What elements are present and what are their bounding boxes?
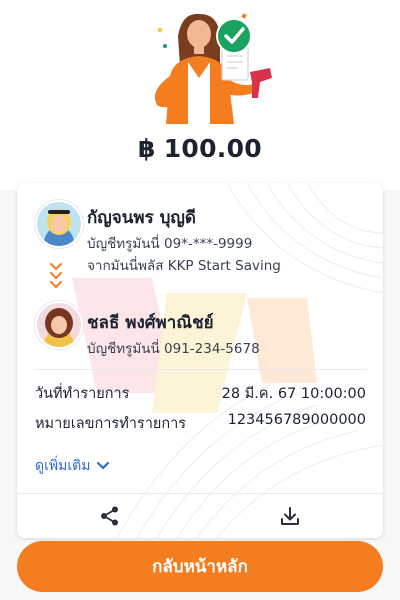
reference-label: หมายเลขการทำรายการ [35, 416, 187, 432]
share-button[interactable] [95, 502, 125, 530]
success-header: ฿ 100.00 [0, 0, 400, 190]
date-label: วันที่ทำรายการ [35, 386, 130, 402]
transfer-direction-icon [50, 263, 62, 288]
reference-value: 123456789000000 [227, 412, 366, 428]
currency-symbol: ฿ [138, 134, 156, 163]
receipt-actions [17, 493, 383, 538]
download-icon [281, 507, 299, 525]
see-more-label: ดูเพิ่มเติม [35, 458, 91, 474]
sender-account: บัญชีทรูมันนี่ 09*-***-9999 [87, 236, 253, 252]
receiver-name: ชลธี พงศ์พาณิชย์ [87, 313, 214, 333]
success-illustration [154, 13, 272, 124]
receipt-card: กัญจนพร บุญดี บัญชีทรูมันนี่ 09*-***-999… [17, 183, 383, 538]
receiver-avatar [35, 301, 83, 349]
sender-avatar [35, 200, 83, 248]
date-value: 28 มี.ค. 67 10:00:00 [221, 386, 366, 402]
section-divider [35, 369, 367, 370]
sender-avatar-image [37, 202, 81, 246]
sender-name: กัญจนพร บุญดี [87, 208, 196, 228]
receiver-account: บัญชีทรูมันนี่ 091-234-5678 [87, 341, 260, 357]
download-button[interactable] [275, 502, 305, 530]
back-to-home-button[interactable]: กลับหน้าหลัก [17, 541, 383, 592]
transaction-amount: ฿ 100.00 [0, 134, 400, 163]
receiver-avatar-image [37, 303, 81, 347]
share-icon [101, 506, 118, 526]
see-more-link[interactable]: ดูเพิ่มเติม [35, 455, 110, 477]
chevron-down-icon [97, 461, 110, 470]
sender-source: จากมันนี่พลัส KKP Start Saving [87, 258, 281, 274]
amount-value: 100.00 [163, 134, 262, 163]
